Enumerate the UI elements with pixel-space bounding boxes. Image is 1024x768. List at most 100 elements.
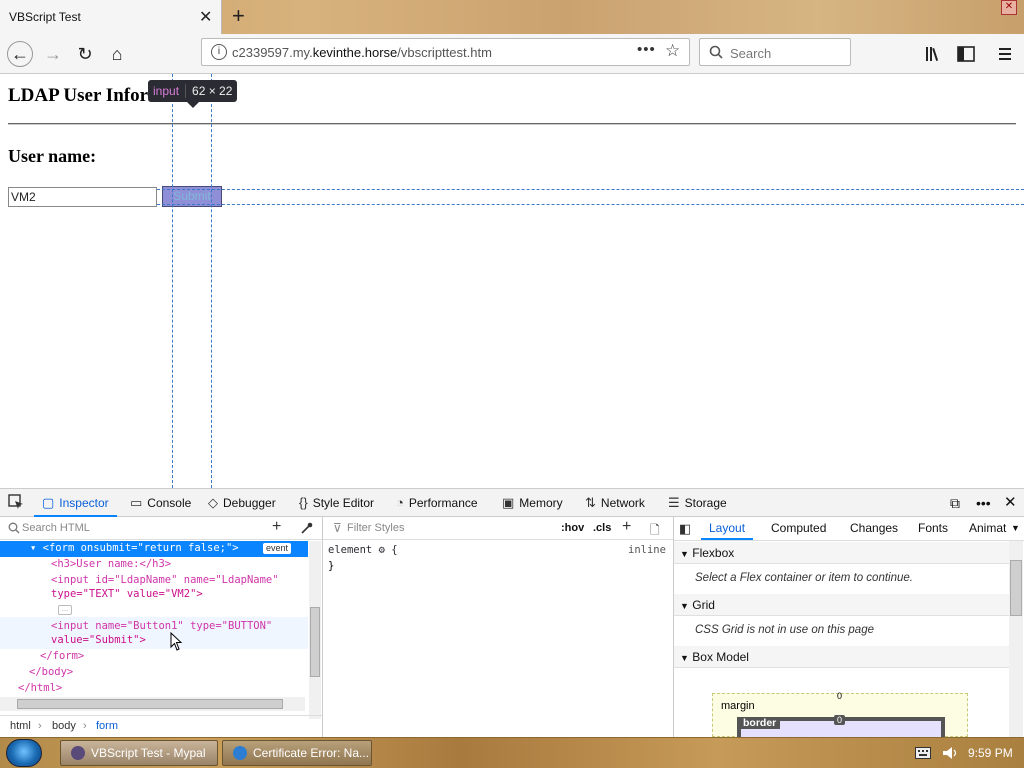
tab-performance[interactable]: ◔ Performance (396, 489, 478, 517)
tab-style-editor[interactable]: {} Style Editor (299, 489, 374, 517)
page-actions-icon[interactable]: ••• (637, 41, 656, 58)
highlighter-guide-left (172, 74, 173, 488)
toggle-sidebar-icon[interactable]: ◧ (679, 517, 691, 540)
markup-row-input-ldap[interactable]: <input id="LdapName" name="LdapName" (51, 573, 279, 588)
mypal-app-icon (71, 746, 85, 760)
markup-row-h3[interactable]: <h3>User name:</h3> (51, 557, 171, 572)
search-icon (8, 522, 20, 534)
print-media-icon[interactable]: 🗋 (650, 521, 660, 542)
add-rule-icon[interactable]: + (622, 518, 631, 536)
markup-row-input-ldap-cont[interactable]: type="TEXT" value="VM2"> (51, 587, 203, 602)
taskbar-clock[interactable]: 9:59 PM (968, 746, 1013, 760)
markup-row-form-close[interactable]: </form> (40, 649, 84, 664)
tab-fonts[interactable]: Fonts (918, 517, 948, 540)
infobar-tag: input (153, 84, 180, 98)
tab-layout[interactable]: Layout (701, 517, 754, 540)
forward-icon[interactable]: → (40, 41, 66, 67)
site-info-icon[interactable]: i (211, 44, 227, 60)
tab-network[interactable]: ⇅ Network (585, 489, 645, 517)
speaker-icon[interactable] (942, 746, 958, 760)
devtools-close-icon[interactable]: ✕ (1004, 489, 1017, 517)
tab-memory[interactable]: ▣ Memory (502, 489, 563, 517)
tab-close-icon[interactable]: ✕ (199, 7, 212, 27)
bookmark-star-icon[interactable]: ☆ (665, 41, 680, 61)
filter-styles-input[interactable]: Filter Styles (347, 522, 404, 534)
start-button-icon[interactable] (6, 739, 42, 767)
tab-debugger[interactable]: ◇ Debugger (208, 489, 276, 517)
markup-row-body-close[interactable]: </body> (29, 665, 73, 680)
markup-row-form-selected[interactable]: ▾ <form onsubmit="return false;"> event (0, 541, 308, 557)
devtools-more-icon[interactable]: ••• (976, 489, 991, 517)
rule-source[interactable]: inline (628, 543, 666, 558)
border-box: border 0 (737, 715, 945, 739)
grid-message: CSS Grid is not in use on this page (695, 624, 874, 636)
window-close-icon[interactable]: ✕ (1001, 0, 1017, 15)
tab-title: VBScript Test (9, 10, 81, 24)
margin-label: margin (721, 700, 755, 712)
tab-console[interactable]: ▭ Console (130, 489, 191, 517)
taskbar-item-certificate-error[interactable]: Certificate Error: Na... (222, 740, 372, 766)
tab-inspector[interactable]: ▢ Inspector (34, 489, 117, 517)
horizontal-rule (8, 123, 1016, 125)
keyboard-icon[interactable] (915, 747, 931, 759)
back-icon[interactable]: ← (7, 41, 33, 67)
breadcrumb-html[interactable]: html (10, 720, 31, 732)
tab-changes[interactable]: Changes (850, 517, 898, 540)
tab-animations[interactable]: Animat (969, 517, 1006, 540)
cls-toggle[interactable]: .cls (593, 522, 611, 534)
devtools-toolbar: ▢ Inspector ▭ Console ◇ Debugger {} Style Ed… (0, 488, 1024, 517)
element-picker-icon[interactable] (8, 494, 24, 510)
layout-scrollbar-thumb[interactable] (1010, 560, 1022, 616)
section-box-model[interactable]: ▼ Box Model (674, 646, 1010, 668)
rules-panel: ⊽ Filter Styles :hov .cls + 🗋 element ⚙ … (323, 517, 674, 737)
new-tab-icon[interactable]: + (232, 3, 245, 29)
reload-icon[interactable]: ↻ (72, 41, 98, 67)
margin-top-value[interactable]: 0 (837, 691, 842, 701)
add-node-icon[interactable]: + (272, 518, 281, 536)
tab-vbscript-test[interactable]: VBScript Test ✕ (0, 0, 222, 34)
markup-row-input-button[interactable]: <input name="Button1" type="BUTTON" (51, 619, 272, 634)
highlighter-infobar: input 62 × 22 (148, 80, 238, 102)
sidebar-icon[interactable] (957, 46, 975, 62)
library-icon[interactable] (925, 46, 943, 62)
ldap-name-input[interactable]: VM2 (8, 187, 157, 207)
rule-selector: element ⚙ { (328, 544, 398, 556)
eyedropper-icon[interactable] (300, 522, 313, 535)
event-badge[interactable]: event (263, 543, 292, 554)
tab-computed[interactable]: Computed (771, 517, 826, 540)
search-bar[interactable]: Search (699, 38, 851, 66)
home-icon[interactable]: ⌂ (104, 41, 130, 67)
dock-side-icon[interactable]: ⧉ (950, 489, 960, 517)
internet-explorer-icon (233, 746, 247, 760)
taskbar-item-mypal[interactable]: VBScript Test - Mypal (60, 740, 218, 766)
highlighter-guide-top (157, 189, 1024, 190)
menu-icon[interactable] (997, 46, 1013, 62)
user-name-heading: User name: (8, 146, 97, 166)
tab-bar: VBScript Test ✕ + ✕ (0, 0, 1024, 34)
section-grid[interactable]: ▼ Grid (674, 594, 1010, 616)
tab-storage[interactable]: ☰ Storage (668, 489, 727, 517)
breadcrumb-separator: › (38, 720, 42, 732)
search-html-input[interactable]: Search HTML (22, 522, 90, 534)
section-flexbox[interactable]: ▼ Flexbox (674, 542, 1010, 564)
url-bar[interactable]: i c2339597.my.kevinthe.horse/vbscripttes… (201, 38, 690, 66)
hov-toggle[interactable]: :hov (561, 522, 584, 534)
markup-row-html-close[interactable]: </html> (18, 681, 62, 696)
highlighter-guide-right (211, 74, 212, 488)
search-placeholder: Search (730, 46, 772, 61)
markup-hscrollbar-thumb[interactable] (17, 699, 283, 709)
layout-panel: ◧ Layout Computed Changes Fonts Animat ▼… (674, 517, 1024, 739)
markup-scrollbar-thumb[interactable] (310, 607, 320, 677)
border-label: border (739, 717, 781, 729)
page-content: LDAP User Information User name: VM2 Sub… (0, 74, 1024, 488)
url-text: c2339597.my.kevinthe.horse/vbscripttest.… (232, 45, 492, 60)
border-top-value[interactable]: 0 (834, 715, 846, 725)
breadcrumb-form[interactable]: form (96, 720, 118, 732)
tabs-overflow-icon[interactable]: ▼ (1011, 517, 1020, 540)
markup-row-input-button-cont[interactable]: value="Submit"> (51, 633, 146, 648)
breadcrumb-body[interactable]: body (52, 720, 76, 732)
highlighter-guide-bottom (157, 204, 1024, 205)
filter-icon: ⊽ (333, 521, 342, 535)
navigation-toolbar: ← → ↻ ⌂ i c2339597.my.kevinthe.horse/vbs… (0, 34, 1024, 74)
box-model-diagram: margin 0 border 0 (712, 691, 968, 739)
